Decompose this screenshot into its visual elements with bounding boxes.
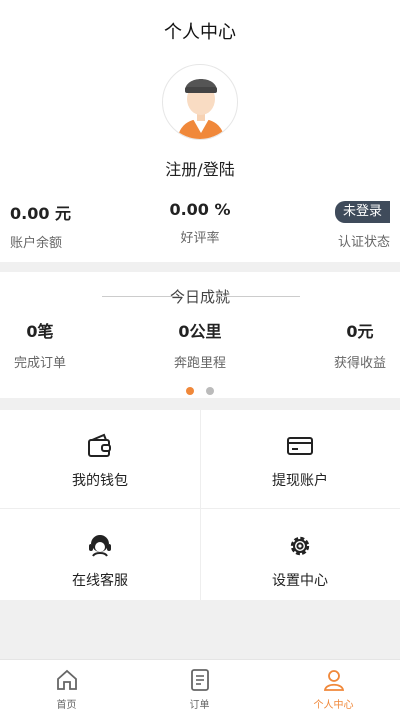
tab-profile[interactable]: 个人中心 [267, 660, 400, 711]
menu-item-wallet[interactable]: 我的钱包 [0, 410, 200, 510]
today-title: 今日成就 [169, 288, 230, 306]
card-icon [287, 437, 313, 455]
tab-home[interactable]: 首页 [0, 660, 133, 711]
menu-item-withdraw[interactable]: 提现账户 [200, 410, 400, 510]
divider [220, 296, 300, 297]
pager-dots [0, 380, 400, 399]
auth-status-badge[interactable]: 未登录 [334, 201, 390, 223]
page-title: 个人中心 [164, 22, 236, 43]
wallet-icon [88, 433, 111, 457]
headset-icon [89, 535, 111, 557]
menu-item-service[interactable]: 在线客服 [0, 510, 200, 610]
tab-label-home: 首页 [56, 700, 77, 711]
auth-label: 认证状态 [337, 235, 390, 250]
tab-label-profile: 个人中心 [313, 700, 354, 711]
stat-income: 0元 获得收益 [330, 318, 390, 371]
menu-label-service: 在线客服 [72, 573, 128, 589]
profile-header: 个人中心 注册/登陆 0.00 元 账户余额 0.00 % 好评率 未登录 认证… [0, 0, 400, 262]
gear-icon [290, 536, 310, 556]
menu-label-withdraw: 提现账户 [272, 473, 328, 489]
today-achievements: 今日成就 0笔 完成订单 0公里 奔跑里程 0元 获得收益 [0, 272, 400, 398]
tab-label-orders: 订单 [189, 700, 210, 711]
menu-grid: 我的钱包 提现账户 在线客服 设置中心 [0, 410, 400, 600]
home-icon [57, 669, 77, 690]
order-list-icon [191, 669, 209, 691]
user-icon [323, 670, 345, 691]
tab-orders[interactable]: 订单 [133, 660, 266, 711]
pager-dot-active[interactable] [186, 387, 195, 395]
pager-dot[interactable] [205, 387, 214, 395]
income-label: 获得收益 [333, 356, 386, 371]
avatar-courier-icon [177, 79, 225, 139]
menu-label-settings: 设置中心 [272, 573, 328, 589]
bottom-tabbar: 首页 订单 个人中心 [0, 659, 400, 711]
stat-auth: 未登录 认证状态 [334, 200, 390, 250]
menu-label-wallet: 我的钱包 [72, 473, 128, 489]
menu-item-settings[interactable]: 设置中心 [200, 510, 400, 610]
income-value: 0元 [346, 322, 374, 341]
login-register-link[interactable]: 注册/登陆 [0, 156, 400, 180]
avatar[interactable] [162, 64, 238, 140]
